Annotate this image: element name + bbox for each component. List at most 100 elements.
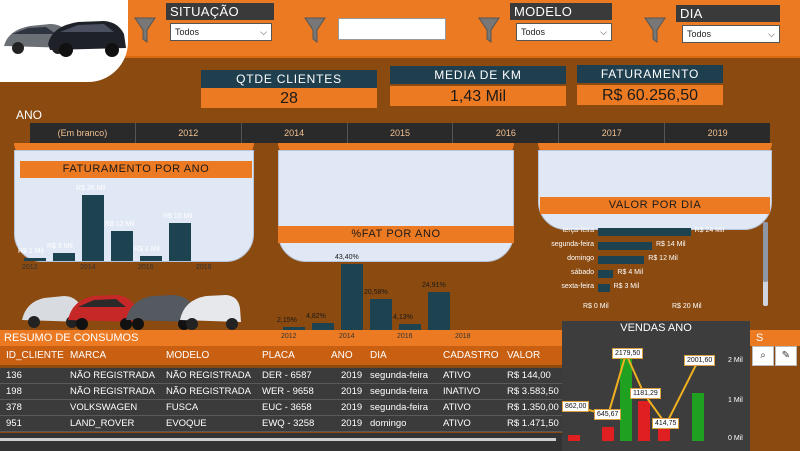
dia-value: Todos [687,29,712,39]
column-header[interactable]: PLACA [262,346,295,365]
column-header[interactable]: MARCA [70,346,106,365]
chart-bar [598,242,652,250]
situacao-label: SITUAÇÃO [166,3,274,20]
table-empty-area [0,433,562,451]
data-label: R$ 15 Mil [163,212,193,220]
ano-label: ANO [16,108,43,122]
eraser-icon[interactable]: ✎ [775,346,797,366]
table-row[interactable]: 198 NÃO REGISTRADA NÃO REGISTRADA WER - … [0,384,562,400]
cars-photo [22,295,241,330]
cell-placa: EUC - 3658 [262,402,312,413]
chart-bar [428,292,450,330]
situacao-value: Todos [175,27,200,37]
data-label: R$ 3 Mil [47,243,73,251]
column-header[interactable]: VALOR [507,346,540,365]
category-label: terça-feira [562,227,594,234]
chevron-down-icon: ⌵ [768,29,775,39]
ano-option-2015[interactable]: 2015 [348,123,454,143]
cell-cadastro: INATIVO [443,386,481,397]
horizontal-scrollbar[interactable] [0,438,556,441]
waterfall-bar [692,393,704,441]
ano-option-2012[interactable]: 2012 [136,123,242,143]
data-label: 862,00 [562,400,590,412]
cars-logo [0,0,128,82]
x-tick-label: 2012 [22,264,38,271]
scroll-thumb[interactable] [763,222,768,282]
ano-option-2014[interactable]: 2014 [242,123,348,143]
cell-id: 198 [6,386,22,397]
chart-bar [283,326,305,330]
cell-id: 378 [6,402,22,413]
data-label: 20,58% [364,288,388,296]
cell-modelo: FUSCA [166,402,199,413]
data-label: R$ 2 Mil [134,245,160,253]
cell-marca: LAND_ROVER [70,418,135,429]
column-header[interactable]: ID_CLIENTE [6,346,64,365]
data-label: 4,13% [393,313,413,321]
x-tick-label: 2014 [339,333,355,340]
ano-option-2017[interactable]: 2017 [559,123,666,143]
valor-por-dia-scrollbar[interactable] [763,222,768,306]
dia-dropdown[interactable]: Todos ⌵ [682,25,780,43]
cell-cadastro: ATIVO [443,418,471,429]
data-label: R$ 1 Mil [18,248,44,256]
data-label: 43,40% [335,254,359,261]
filter-text-input[interactable] [338,18,446,40]
chart-bar [598,270,614,278]
data-label: R$ 14 Mil [656,241,686,248]
cell-cadastro: ATIVO [443,402,471,413]
cell-valor: R$ 144,00 [507,370,551,381]
chart-bar [598,284,610,292]
cell-id: 136 [6,370,22,381]
category-label: domingo [567,255,594,262]
ano-option-2016[interactable]: 2016 [453,123,560,143]
vendas-ano-chart: VENDAS ANO [562,321,750,451]
cell-valor: R$ 3.583,50 [507,386,559,397]
ano-option-2019[interactable]: 2019 [665,123,770,143]
chevron-down-icon: ⌵ [260,27,267,37]
data-label: 4,82% [306,312,326,320]
ano-option-em-branco[interactable]: (Em branco) [30,123,136,143]
table-row[interactable]: 378 VOLKSWAGEN FUSCA EUC - 3658 2019 seg… [0,400,562,416]
column-header[interactable]: MODELO [166,346,209,365]
chart-bar [24,258,46,261]
media-km-label: MEDIA DE KM [390,66,566,84]
y-tick-label: 0 Mil [728,435,743,442]
situacao-dropdown[interactable]: Todos ⌵ [170,23,272,41]
cell-ano: 2019 [341,418,363,429]
pct-fat-por-ano-title: %FAT POR ANO [278,226,514,243]
qtde-clientes-value: 28 [201,88,377,108]
data-label: 24,91% [422,282,446,290]
search-icon[interactable]: ⌕ [752,346,774,366]
chart-bar [140,255,162,261]
table-row[interactable]: 951 LAND_ROVER EVOQUE EWQ - 3258 2019 do… [0,416,562,432]
table-row[interactable]: 136 NÃO REGISTRADA NÃO REGISTRADA DER - … [0,368,562,384]
column-header[interactable]: DIA [370,346,387,365]
column-header-sorted[interactable]: ANO [331,346,353,365]
side-header: S [750,330,800,346]
x-tick-label: R$ 0 Mil [583,303,609,310]
cell-ano: 2019 [341,370,363,381]
faturamento-label: FATURAMENTO [577,65,723,83]
cell-ano: 2019 [341,402,363,413]
chart-bar [598,228,691,236]
media-km-value: 1,43 Mil [390,86,566,106]
chart-bar [399,323,421,330]
data-label: R$ 12 Mil [105,220,135,228]
chart-bar [169,222,191,261]
vendas-ano-svg [568,350,704,441]
cell-modelo: NÃO REGISTRADA [166,370,251,381]
data-label: 414,75 [652,418,680,430]
chart-bar [598,256,645,264]
cell-marca: NÃO REGISTRADA [70,370,155,381]
qtde-clientes-label: QTDE CLIENTES [201,70,377,88]
data-label: R$ 26 Mil [76,185,106,192]
cell-modelo: EVOQUE [166,418,207,429]
column-header[interactable]: CADASTRO [443,346,499,365]
modelo-value: Todos [521,27,546,37]
chart-bar [82,195,104,261]
modelo-dropdown[interactable]: Todos ⌵ [516,23,612,41]
x-tick-label: 2012 [281,333,297,340]
x-tick-label: R$ 20 Mil [672,303,702,310]
waterfall-bar [602,427,614,441]
